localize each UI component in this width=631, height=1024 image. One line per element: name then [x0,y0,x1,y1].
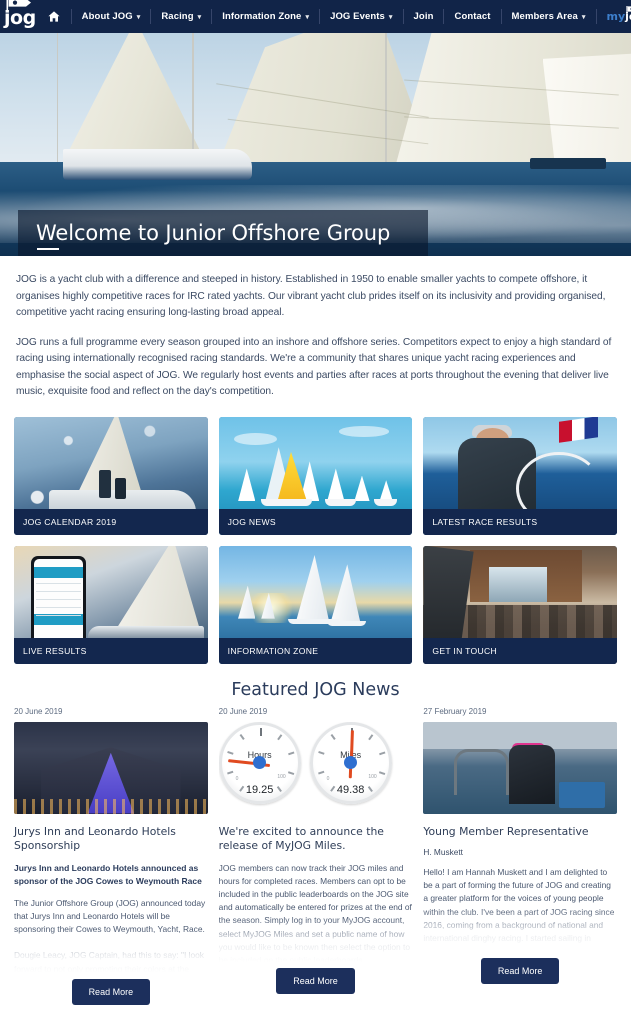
read-more-button[interactable]: Read More [480,958,560,984]
news-body: Hello! I am Hannah Muskett and I am deli… [423,867,615,944]
read-more-button[interactable]: Read More [71,978,151,1005]
tile-jog-news[interactable]: JOG NEWS [218,416,413,535]
chevron-down-icon: ▾ [197,13,202,21]
tile-label: LIVE RESULTS [14,637,208,664]
nav-label: Contact [454,11,491,22]
chevron-down-icon: ▾ [136,13,141,21]
read-more-row: Read More [14,978,208,1005]
hero-title-bar: Welcome to Junior Offshore Group [18,210,428,256]
nav-divider [211,9,213,24]
nav-label: Racing [161,11,194,22]
featured-news-heading: Featured JOG News [231,679,400,700]
nav-divider [595,9,597,24]
nav-divider [70,9,72,24]
hero-far-boat [530,157,606,170]
hero-title-accent-underline [37,248,59,250]
nav-divider [319,9,321,24]
news-image: Hours 0 100 19.25 0 100 49.38 [218,721,413,814]
news-card-myjog-miles[interactable]: 20 June 2019 Hours 0 100 19.25 0 100 49.… [218,706,413,1005]
read-more-row: Read More [423,958,617,984]
news-image [423,721,617,814]
tile-label: LATEST RACE RESULTS [423,508,617,535]
chevron-down-icon: ▾ [305,13,310,21]
news-title: Jurys Inn and Leonardo Hotels Sponsorshi… [14,824,176,853]
gauge-hub [253,756,267,769]
news-title: We're excited to announce the release of… [218,824,384,853]
news-date: 27 February 2019 [423,706,487,716]
read-more-button[interactable]: Read More [276,967,355,994]
news-date: 20 June 2019 [218,706,268,716]
top-navigation-bar: jog About JOG ▾ Racing ▾ Information Zon… [0,0,631,33]
nav-item-join[interactable]: Join [405,0,443,33]
tile-live-results[interactable]: LIVE RESULTS [14,545,208,664]
featured-news-grid: 20 June 2019 Jurys Inn and Leonardo Hote… [0,707,631,1005]
read-more-row: Read More [219,967,413,994]
intro-section: JOG is a yacht club with a difference an… [0,256,631,401]
tile-jog-calendar[interactable]: JOG CALENDAR 2019 [14,416,208,535]
gauge-value: 19.25 [245,783,274,796]
flag-logo-icon [626,4,631,17]
nav-links: About JOG ▾ Racing ▾ Information Zone ▾ … [36,0,631,33]
quick-links-grid: JOG CALENDAR 2019 JOG NEWS LATEST RACE R… [0,414,631,664]
nav-item-contact[interactable]: Contact [445,0,499,33]
news-image [14,721,208,814]
nav-item-jog-events[interactable]: JOG Events ▾ [321,0,401,33]
nav-item-about-jog[interactable]: About JOG ▾ [73,0,150,33]
nav-item-members-area[interactable]: Members Area ▾ [503,0,595,33]
tile-label: GET IN TOUCH [423,637,617,664]
news-excerpt-wrapper: The Junior Offshore Group (JOG) announce… [14,897,208,973]
nav-label: Join [413,11,434,22]
intro-paragraph-1: JOG is a yacht club with a difference an… [16,274,606,318]
tile-latest-race-results[interactable]: LATEST RACE RESULTS [423,416,617,535]
gauge-miles: Miles 0 100 49.38 [309,721,392,804]
chevron-down-icon: ▾ [581,13,586,21]
tile-label: JOG NEWS [218,508,413,535]
myjog-prefix: my [606,10,626,23]
myjog-miles-gauges: Hours 0 100 19.25 0 100 49.38 [218,721,413,814]
gauge-hub [344,756,358,769]
hero-banner: Welcome to Junior Offshore Group [0,33,631,256]
gauge-min: 0 [235,775,239,782]
tile-get-in-touch[interactable]: GET IN TOUCH [423,545,617,664]
gauge-value: 49.38 [336,783,365,796]
intro-paragraph-2: JOG runs a full programme every season g… [16,336,612,398]
nav-divider [150,9,152,24]
site-logo[interactable]: jog [0,0,36,28]
news-author: H. Muskett [423,847,463,857]
nav-home-icon[interactable] [36,0,70,33]
news-subtitle: Jurys Inn and Leonardo Hotels announced … [14,862,202,886]
gauge-max: 100 [277,773,286,780]
news-body: The Junior Offshore Group (JOG) announce… [14,897,206,973]
nav-item-racing[interactable]: Racing ▾ [152,0,210,33]
page-title: Welcome to Junior Offshore Group [36,221,391,245]
nav-label: Members Area [511,11,578,22]
news-body: JOG members can now track their JOG mile… [218,862,412,962]
nav-item-myjog[interactable]: my jog ▾ [598,6,631,23]
nav-label: JOG Events [330,11,385,22]
nav-label: About JOG [81,11,133,22]
news-excerpt-wrapper: Hello! I am Hannah Muskett and I am deli… [423,866,617,952]
tile-label: JOG CALENDAR 2019 [14,508,208,535]
nav-divider [402,9,404,24]
home-icon [48,11,60,22]
flag-logo-icon [6,0,32,14]
news-card-young-member-rep[interactable]: 27 February 2019 Young Member Representa… [423,707,617,1005]
nav-divider [443,9,445,24]
nav-label: Information Zone [222,11,302,22]
news-card-jurys-inn[interactable]: 20 June 2019 Jurys Inn and Leonardo Hote… [14,707,208,1005]
nav-divider [500,9,502,24]
gauge-max: 100 [368,773,377,780]
tile-label: INFORMATION ZONE [218,637,413,664]
hero-hull [63,148,253,181]
chevron-down-icon: ▾ [388,13,393,21]
news-excerpt-wrapper: JOG members can now track their JOG mile… [218,862,413,962]
news-date: 20 June 2019 [14,706,63,716]
tile-information-zone[interactable]: INFORMATION ZONE [218,545,413,664]
jog-logo-text: jog [4,0,36,28]
gauge-min: 0 [326,775,330,782]
myjog-suffix: jog [625,6,631,23]
gauge-hours: Hours 0 100 19.25 [218,721,301,804]
nav-item-information-zone[interactable]: Information Zone ▾ [213,0,318,33]
news-title: Young Member Representative [423,824,589,838]
